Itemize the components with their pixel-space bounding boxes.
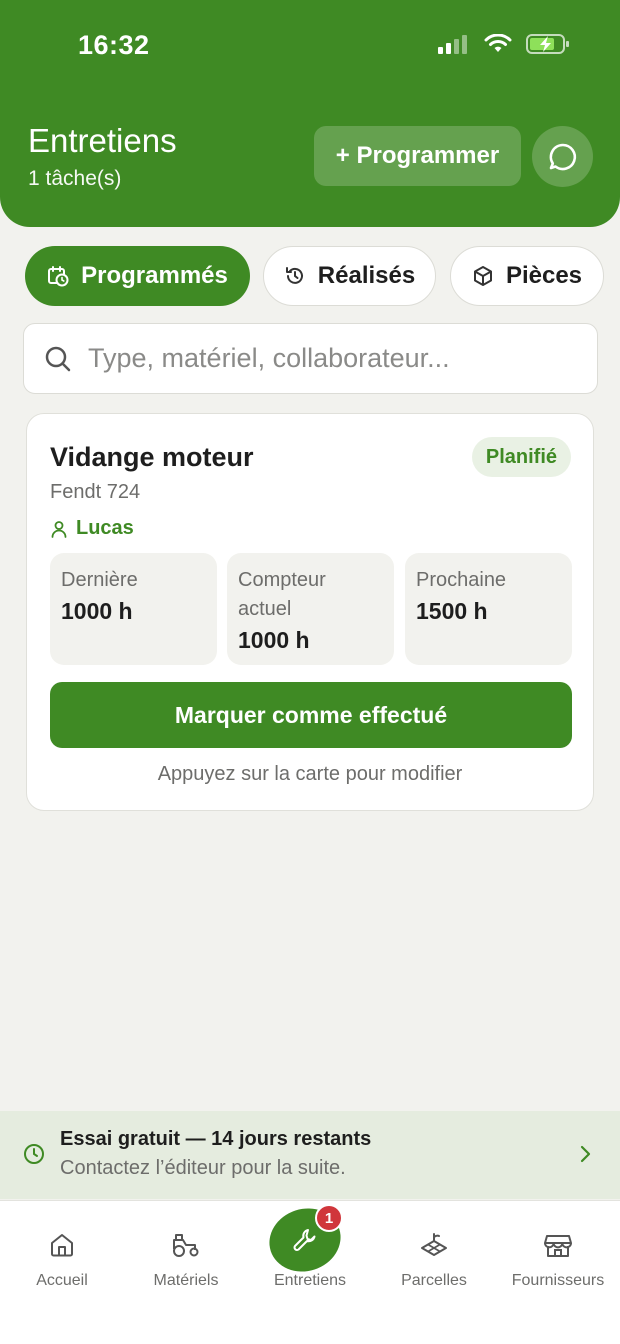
stat-current: Compteur actuel 1000 h xyxy=(227,553,394,665)
task-assignee-name: Lucas xyxy=(76,517,134,539)
mark-done-label: Marquer comme effectué xyxy=(174,701,448,728)
mark-done-button[interactable]: Marquer comme effectué xyxy=(50,682,572,748)
battery-charging-icon xyxy=(526,34,569,54)
stat-current-label: Compteur actuel xyxy=(238,569,326,620)
task-equipment: Fendt 724 xyxy=(50,481,141,503)
nav-item-accueil[interactable]: Accueil xyxy=(0,1201,124,1301)
stat-last: Dernière 1000 h xyxy=(50,553,217,665)
calendar-clock-icon xyxy=(48,266,69,287)
wifi-icon xyxy=(484,34,512,52)
nav-label-entretiens: Entretiens xyxy=(273,1272,347,1289)
search-icon xyxy=(45,346,71,371)
nav-item-fournisseurs[interactable]: Fournisseurs xyxy=(496,1201,620,1301)
field-icon xyxy=(421,1233,447,1256)
status-badge: Planifié xyxy=(471,437,571,477)
nav-item-materiels[interactable]: Matériels xyxy=(124,1201,248,1301)
tab-pieces-label: Pièces xyxy=(505,262,583,289)
task-assignee: Lucas xyxy=(50,517,134,540)
stat-next-value: 1500 h xyxy=(416,598,488,624)
stat-next: Prochaine 1500 h xyxy=(405,553,572,665)
chevron-right-icon xyxy=(580,1145,591,1163)
home-icon xyxy=(51,1234,73,1257)
store-icon xyxy=(544,1235,572,1257)
status-badge-label: Planifié xyxy=(485,445,557,468)
trial-banner[interactable]: Essai gratuit — 14 jours restants Contac… xyxy=(0,1111,620,1199)
nav-label-parcelles: Parcelles xyxy=(401,1272,467,1289)
history-icon xyxy=(285,267,303,284)
cellular-signal-icon xyxy=(438,35,467,54)
programmer-button-label: + Programmer xyxy=(335,142,500,169)
nav-label-accueil: Accueil xyxy=(36,1272,88,1289)
status-time: 16:32 xyxy=(78,30,150,60)
tab-programmes[interactable]: Programmés xyxy=(25,246,250,306)
trial-subtitle: Contactez l’éditeur pour la suite. xyxy=(60,1157,346,1179)
page-title: Entretiens xyxy=(28,122,177,159)
clock-icon xyxy=(24,1144,44,1164)
user-icon xyxy=(51,520,67,538)
app-header: 16:32 Entretiens 1 tâche(s) + Programmer xyxy=(0,0,620,227)
tab-realises-label: Réalisés xyxy=(317,262,416,289)
nav-label-fournisseurs: Fournisseurs xyxy=(511,1272,605,1289)
card-hint: Appuyez sur la carte pour modifier xyxy=(157,763,463,785)
nav-item-parcelles[interactable]: Parcelles xyxy=(372,1201,496,1301)
bottom-nav: Accueil Matériels 1 Entretiens Parcelles… xyxy=(0,1199,620,1344)
task-title: Vidange moteur xyxy=(50,442,254,472)
box-icon xyxy=(473,266,492,286)
search-bar[interactable] xyxy=(23,323,598,394)
search-input[interactable] xyxy=(88,343,568,374)
trial-title: Essai gratuit — 14 jours restants xyxy=(60,1128,372,1150)
wrench-icon xyxy=(293,1229,316,1251)
chat-bubble-icon xyxy=(549,143,576,170)
notification-badge: 1 xyxy=(315,1204,343,1232)
nav-label-materiels: Matériels xyxy=(153,1272,219,1289)
stat-next-label: Prochaine xyxy=(416,569,507,591)
task-count: 1 tâche(s) xyxy=(28,167,122,190)
stat-last-label: Dernière xyxy=(61,569,138,591)
status-icons xyxy=(438,33,570,55)
tab-pieces[interactable]: Pièces xyxy=(450,246,604,306)
stat-last-value: 1000 h xyxy=(61,598,133,624)
tab-realises[interactable]: Réalisés xyxy=(263,246,436,306)
programmer-button[interactable]: + Programmer xyxy=(314,126,521,186)
tab-programmes-label: Programmés xyxy=(81,262,228,289)
chat-button[interactable] xyxy=(532,126,593,187)
stat-current-value: 1000 h xyxy=(238,627,310,653)
task-card[interactable]: Vidange moteur Planifié Fendt 724 Lucas … xyxy=(26,413,594,811)
tractor-icon xyxy=(173,1234,199,1257)
